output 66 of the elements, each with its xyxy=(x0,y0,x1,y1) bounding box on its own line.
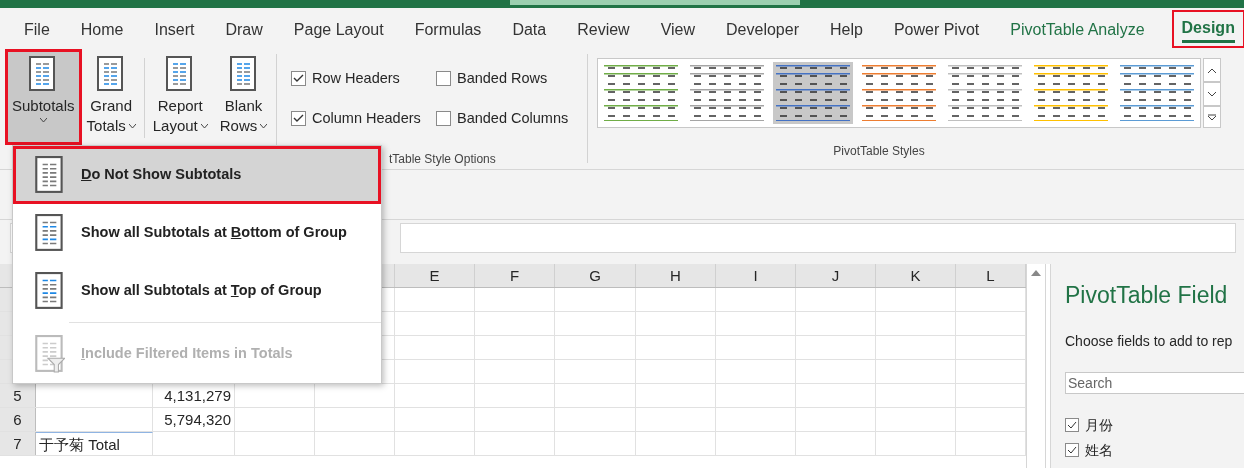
column-header[interactable]: K xyxy=(876,264,956,287)
checkbox[interactable]: Banded Columns xyxy=(436,107,586,130)
ribbon-tab[interactable]: Review xyxy=(575,18,632,48)
column-header[interactable]: E xyxy=(395,264,475,287)
column-header[interactable]: H xyxy=(636,264,716,287)
caret-icon xyxy=(128,124,136,128)
row-header[interactable]: 5 xyxy=(0,384,36,407)
more-button[interactable] xyxy=(1203,106,1221,128)
ribbon-tab[interactable]: Developer xyxy=(724,18,801,48)
ribbon-tab[interactable]: Design xyxy=(1173,12,1243,46)
ribbon-tab[interactable]: Data xyxy=(510,18,549,48)
menu-item[interactable]: Do Not Show Subtotals xyxy=(13,146,381,204)
ribbon-button[interactable]: Blank Rows xyxy=(215,52,272,142)
ribbon-button[interactable]: Grand Totals xyxy=(82,52,140,142)
checkbox[interactable]: Column Headers xyxy=(291,107,436,130)
ribbon-tab[interactable]: File xyxy=(22,18,52,48)
checkmark-icon xyxy=(293,114,304,124)
document-icon xyxy=(97,56,126,92)
expand-icon xyxy=(1208,113,1216,121)
caret-icon xyxy=(39,118,47,122)
ribbon-button[interactable]: Report Layout xyxy=(148,52,212,142)
table-cell: 5,794,320 xyxy=(153,408,235,431)
ribbon-tab[interactable]: Power Pivot xyxy=(891,18,982,48)
document-icon xyxy=(35,156,65,194)
document-icon xyxy=(166,56,195,92)
document-icon xyxy=(35,214,65,252)
menu-item[interactable]: Show all Subtotals at Bottom of Group xyxy=(13,204,381,262)
filter-document-icon xyxy=(35,335,65,373)
caret-icon xyxy=(200,124,208,128)
column-header[interactable]: I xyxy=(716,264,796,287)
pane-title: PivotTable Field xyxy=(1065,281,1229,310)
checkmark-icon xyxy=(293,74,304,84)
checkbox[interactable]: Banded Rows xyxy=(436,68,586,90)
column-header[interactable]: F xyxy=(475,264,555,287)
column-header[interactable]: G xyxy=(555,264,636,287)
search-field[interactable]: Search xyxy=(1065,371,1244,394)
ribbon-tab[interactable]: Help xyxy=(827,18,865,48)
checkmark-icon xyxy=(1067,421,1077,429)
checkbox[interactable]: Row Headers xyxy=(291,68,436,90)
scroll-up-arrow-icon xyxy=(1031,270,1041,276)
document-icon xyxy=(29,56,58,92)
ribbon-tab[interactable]: View xyxy=(658,18,698,48)
pane-hint: Choose fields to add to rep xyxy=(1065,331,1234,351)
ribbon-tab[interactable]: Draw xyxy=(223,18,265,48)
menu-item[interactable]: Show all Subtotals at Top of Group xyxy=(13,262,381,320)
ribbon-tab[interactable]: Formulas xyxy=(412,18,484,48)
group-label: tTable Style Options xyxy=(389,151,496,168)
vertical-scrollbar[interactable] xyxy=(1026,264,1046,468)
ribbon-tab[interactable]: Home xyxy=(78,18,126,48)
table-cell: 于予菊 Total xyxy=(36,432,153,455)
column-header[interactable]: J xyxy=(796,264,876,287)
field-checkbox[interactable]: 姓名 xyxy=(1065,439,1244,461)
caret-icon xyxy=(260,124,268,128)
group-label: PivotTable Styles xyxy=(833,143,925,160)
ribbon-tab[interactable]: Insert xyxy=(152,18,197,48)
row-header[interactable]: 6 xyxy=(0,408,36,431)
chevron-down-icon xyxy=(1208,91,1216,97)
field-checkbox[interactable]: 月份 xyxy=(1065,414,1244,436)
ribbon-button[interactable]: Subtotals xyxy=(8,52,79,142)
document-icon xyxy=(229,56,258,92)
ribbon-tab[interactable]: Page Layout xyxy=(291,18,386,48)
checkmark-icon xyxy=(1067,446,1077,454)
ribbon-tab[interactable]: PivotTable Analyze xyxy=(1008,18,1147,48)
document-icon xyxy=(35,272,65,310)
row-header[interactable]: 7 xyxy=(0,432,36,455)
chevron-up-icon xyxy=(1208,67,1216,73)
